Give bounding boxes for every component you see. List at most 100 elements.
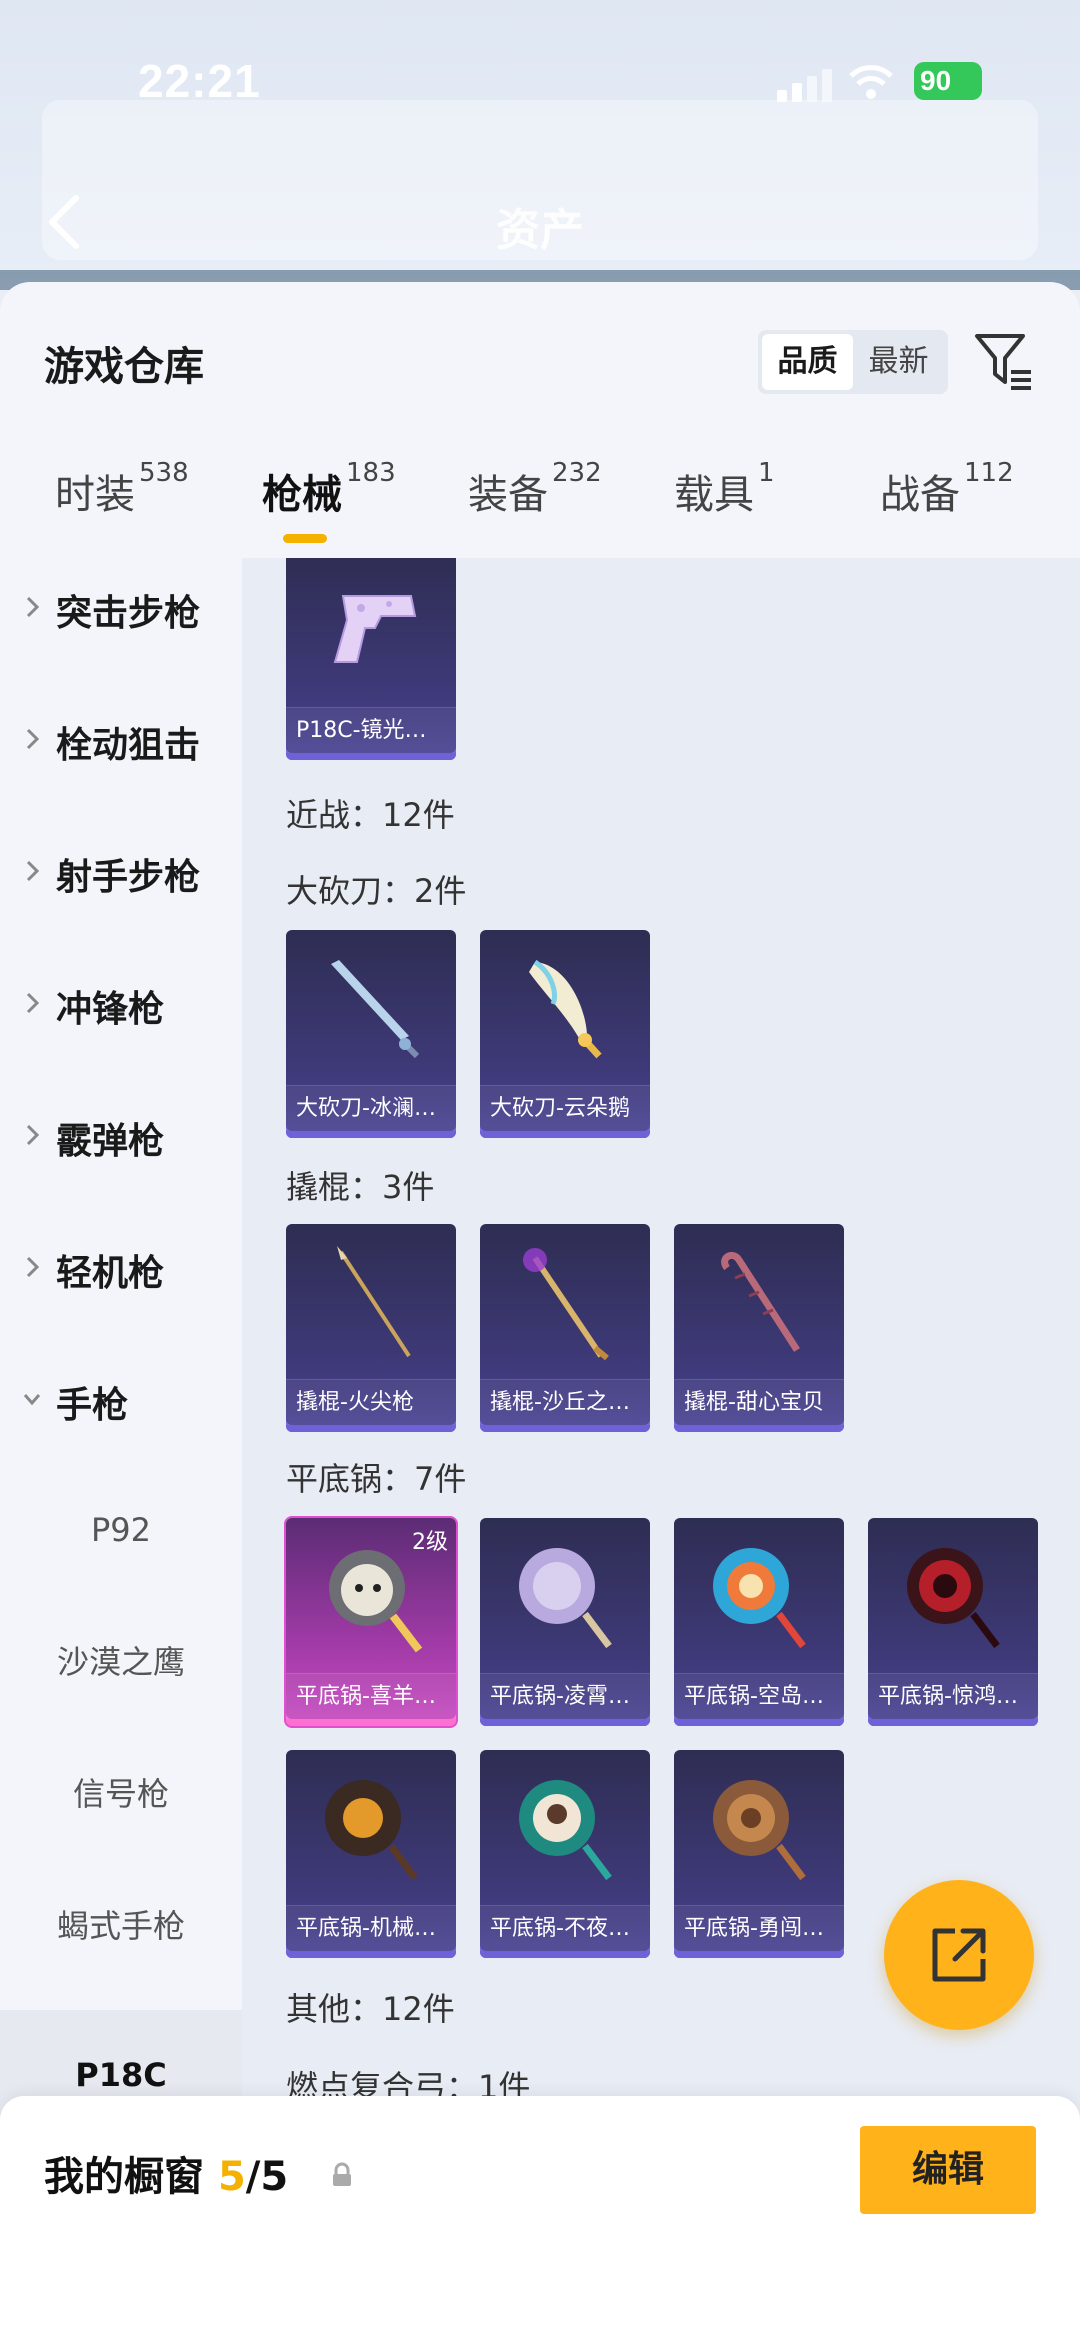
pan-icon: [519, 1780, 612, 1881]
item-card[interactable]: 撬棍-沙丘之…: [480, 1224, 650, 1432]
chevron-right-icon: [26, 1124, 40, 1146]
level-badge: 2级: [412, 1530, 448, 1555]
item-label: 撬棍-火尖枪: [286, 1379, 456, 1425]
active-tab-indicator: [283, 534, 327, 543]
sheet-title: 游戏仓库: [44, 344, 204, 390]
category-tabs: 时装 538 枪械 183 装备 232 载具 1 战备 112: [0, 458, 1080, 552]
item-label: 平底锅-惊鸿…: [868, 1673, 1038, 1719]
item-row: 撬棍-火尖枪 撬棍-沙丘之… 撬棍-甜心宝贝: [286, 1224, 844, 1432]
status-time: 22:21: [138, 55, 261, 107]
spear-icon: [337, 1246, 411, 1358]
filter-icon[interactable]: [973, 330, 1035, 392]
sub-category-item[interactable]: 沙漠之鹰: [0, 1612, 242, 1712]
showcase-label: 我的橱窗 5/5: [44, 2154, 289, 2200]
chevron-right-icon: [26, 992, 40, 1014]
category-item-expanded[interactable]: 手枪: [0, 1350, 242, 1450]
crowbar-icon: [721, 1252, 800, 1352]
lock-icon: [333, 2162, 351, 2186]
category-label: 射手步枪: [56, 857, 201, 898]
item-row: 大砍刀-冰澜… 大砍刀-云朵鹅: [286, 930, 650, 1138]
share-fab-button[interactable]: [884, 1880, 1034, 2030]
item-label: 大砍刀-冰澜…: [286, 1085, 456, 1131]
category-label: 霰弹枪: [56, 1121, 165, 1162]
nav-bar: 资产: [0, 180, 1080, 270]
tab-supplies[interactable]: 战备 112: [880, 458, 1014, 552]
item-label: 平底锅-空岛…: [674, 1673, 844, 1719]
category-item[interactable]: 轻机枪: [0, 1218, 242, 1318]
edit-button[interactable]: 编辑: [860, 2126, 1036, 2214]
pan-icon: [907, 1548, 1000, 1649]
item-card[interactable]: P18C-镜光…: [286, 558, 456, 760]
section-melee-label: 近战：12件: [286, 796, 455, 834]
pistol-icon: [333, 595, 417, 663]
item-card[interactable]: 大砍刀-云朵鹅: [480, 930, 650, 1138]
item-label: P18C-镜光…: [286, 707, 456, 753]
item-row: 平底锅-机械… 平底锅-不夜… 平底锅-勇闯…: [286, 1750, 844, 1958]
item-label: 平底锅-机械…: [286, 1905, 456, 1951]
category-item[interactable]: 射手步枪: [0, 822, 242, 922]
category-item[interactable]: 霰弹枪: [0, 1086, 242, 1186]
item-row: 2级 平底锅-喜羊… 平底锅-凌霄… 平底锅-空岛… 平底锅-惊鸿…: [286, 1518, 1038, 1726]
section-other-label: 其他：12件: [286, 1990, 455, 2028]
battery-indicator: 90: [914, 62, 982, 100]
staff-icon: [523, 1248, 609, 1361]
sub-category-item[interactable]: 信号枪: [0, 1744, 242, 1844]
showcase-bar: 我的橱窗 5/5 编辑: [0, 2096, 1080, 2341]
item-row: P18C-镜光…: [286, 558, 456, 760]
item-card[interactable]: 平底锅-空岛…: [674, 1518, 844, 1726]
pan-icon: [713, 1548, 806, 1649]
section-machete-label: 大砍刀：2件: [286, 872, 467, 910]
item-card[interactable]: 平底锅-机械…: [286, 1750, 456, 1958]
item-card[interactable]: 平底锅-勇闯…: [674, 1750, 844, 1958]
showcase-count-total: 5: [260, 2154, 289, 2200]
sort-latest-button[interactable]: 最新: [853, 334, 944, 390]
section-crowbar-label: 撬棍：3件: [286, 1168, 435, 1206]
item-label: 平底锅-不夜…: [480, 1905, 650, 1951]
category-item[interactable]: 冲锋枪: [0, 954, 242, 1054]
item-card[interactable]: 平底锅-不夜…: [480, 1750, 650, 1958]
category-label: 冲锋枪: [56, 989, 165, 1030]
machete-icon: [331, 960, 420, 1059]
sort-toggle: 品质 最新: [758, 330, 948, 394]
chevron-right-icon: [26, 596, 40, 618]
category-label: 突击步枪: [56, 593, 201, 634]
showcase-count-current: 5: [217, 2154, 246, 2200]
sub-category-item[interactable]: 蝎式手枪: [0, 1876, 242, 1976]
category-sidebar: 突击步枪 栓动狙击 射手步枪 冲锋枪 霰弹枪 轻机枪 手枪 P92 沙漠之鹰 信…: [0, 558, 242, 2288]
item-label: 大砍刀-云朵鹅: [480, 1085, 650, 1131]
tab-vehicles[interactable]: 载具 1: [674, 458, 775, 552]
wifi-icon: [849, 65, 893, 99]
category-label: 栓动狙击: [56, 725, 201, 766]
status-bar: 22:21 90: [0, 40, 1080, 120]
item-label: 平底锅-勇闯…: [674, 1905, 844, 1951]
item-card-rare[interactable]: 2级 平底锅-喜羊…: [286, 1518, 456, 1726]
category-item[interactable]: 栓动狙击: [0, 690, 242, 790]
pan-icon: [713, 1780, 806, 1881]
item-card[interactable]: 撬棍-甜心宝贝: [674, 1224, 844, 1432]
item-label: 撬棍-甜心宝贝: [674, 1379, 844, 1425]
chevron-down-icon: [23, 1394, 41, 1406]
sort-quality-button[interactable]: 品质: [762, 334, 853, 390]
item-card[interactable]: 平底锅-惊鸿…: [868, 1518, 1038, 1726]
category-label: 手枪: [56, 1385, 129, 1426]
nav-title: 资产: [496, 205, 584, 256]
tab-fashion[interactable]: 时装 538: [55, 458, 189, 552]
item-card[interactable]: 平底锅-凌霄…: [480, 1518, 650, 1726]
sub-category-item[interactable]: P92: [0, 1480, 242, 1580]
item-label: 平底锅-喜羊…: [286, 1673, 456, 1719]
item-label: 撬棍-沙丘之…: [480, 1379, 650, 1425]
tab-equipment[interactable]: 装备 232: [468, 458, 602, 552]
machete-icon: [529, 959, 602, 1059]
warehouse-sheet: 游戏仓库 品质 最新 时装 538 枪械 183 装备 232 载具 1 战备 112 突…: [0, 282, 1080, 2341]
section-pan-label: 平底锅：7件: [286, 1460, 467, 1498]
signal-icon: [777, 69, 832, 102]
item-card[interactable]: 大砍刀-冰澜…: [286, 930, 456, 1138]
item-label: 平底锅-凌霄…: [480, 1673, 650, 1719]
item-card[interactable]: 撬棍-火尖枪: [286, 1224, 456, 1432]
category-item[interactable]: 突击步枪: [0, 558, 242, 658]
external-link-icon: [932, 1928, 986, 1982]
pan-icon: [519, 1548, 612, 1649]
chevron-right-icon: [26, 1256, 40, 1278]
pan-icon: [325, 1780, 418, 1881]
chevron-right-icon: [26, 728, 40, 750]
